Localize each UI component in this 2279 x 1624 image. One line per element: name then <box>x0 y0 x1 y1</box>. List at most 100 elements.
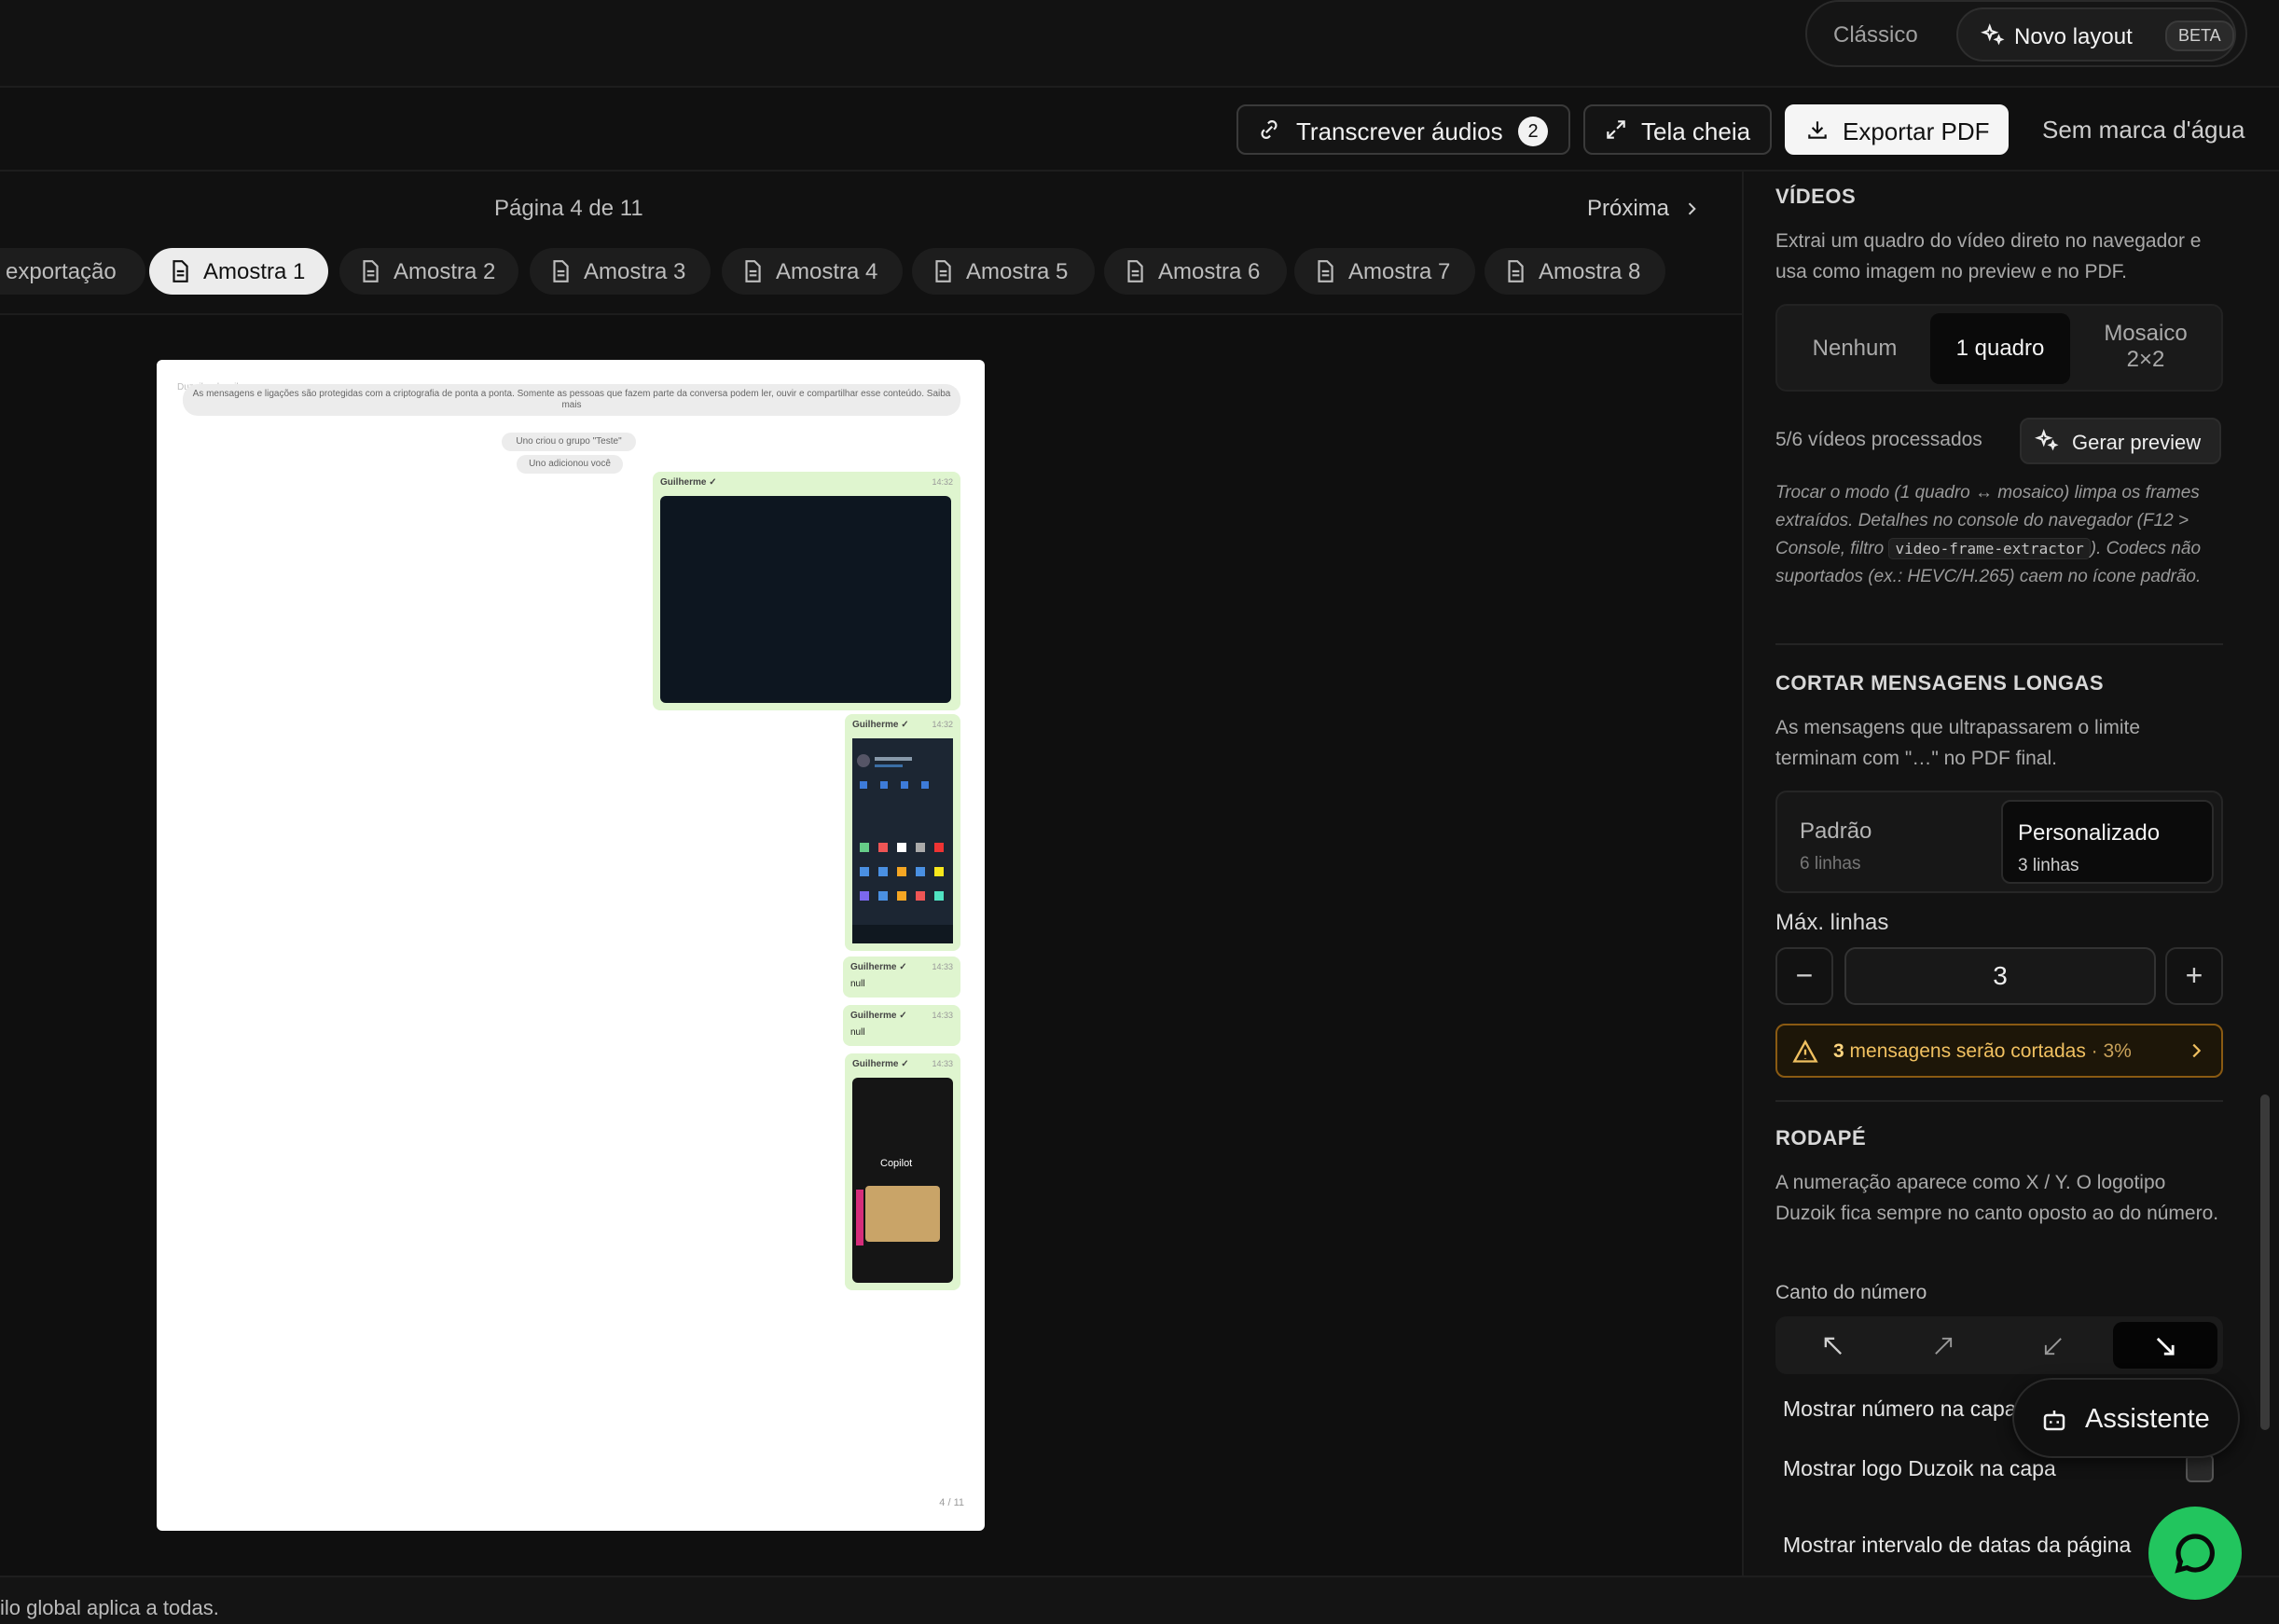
page-number: 4 / 11 <box>939 1497 964 1508</box>
classic-layout-option[interactable]: Clássico <box>1833 22 1918 48</box>
export-pdf-button[interactable]: Exportar PDF <box>1785 104 2009 155</box>
sample-tab-5[interactable]: Amostra 5 <box>912 248 1095 295</box>
sample-tab-label: Amostra 7 <box>1348 259 1451 284</box>
beta-badge: BETA <box>2165 21 2234 51</box>
document-icon <box>1508 260 1524 282</box>
action-toolbar: Transcrever áudios 2 Tela cheia Exportar… <box>0 88 2279 172</box>
sender-name: Guilherme ✓ <box>852 1059 909 1069</box>
chevron-right-icon <box>1688 202 1696 215</box>
new-layout-option[interactable]: Novo layout BETA <box>1956 7 2236 62</box>
number-corner-label: Canto do número <box>1775 1282 1927 1303</box>
generate-preview-label: Gerar preview <box>2072 431 2202 454</box>
sample-tab-6[interactable]: Amostra 6 <box>1104 248 1287 295</box>
message-time: 14:33 <box>932 1059 953 1068</box>
message-time: 14:33 <box>932 962 953 971</box>
cut-mode-custom[interactable]: Personalizado 3 linhas <box>2001 800 2214 884</box>
video-mode-none[interactable]: Nenhum <box>1785 313 1925 384</box>
sample-tab-label: exportação <box>6 259 117 284</box>
corner-top-left[interactable] <box>1781 1322 1885 1369</box>
corner-bottom-left[interactable] <box>2001 1322 2106 1369</box>
document-icon <box>363 260 379 282</box>
download-icon <box>1808 121 1827 139</box>
cut-mode-default[interactable]: Padrão 6 linhas <box>1785 800 1997 884</box>
sender-name: Guilherme ✓ <box>850 962 907 972</box>
fullscreen-button[interactable]: Tela cheia <box>1583 104 1772 155</box>
message-time: 14:32 <box>932 477 953 487</box>
sender-name: Guilherme ✓ <box>850 1011 907 1021</box>
export-pdf-label: Exportar PDF <box>1843 117 1990 145</box>
document-icon <box>173 260 188 282</box>
show-number-cover-option[interactable]: Mostrar número na capa <box>1783 1397 2017 1422</box>
sample-tab-label: Amostra 2 <box>394 259 496 284</box>
next-page-label: Próxima <box>1587 196 1670 221</box>
max-lines-input[interactable]: 3 <box>1844 947 2156 1005</box>
cut-mode-default-label: Padrão <box>1800 819 1872 844</box>
chat-bubble-icon <box>2175 1534 2215 1574</box>
cut-messages-heading: CORTAR MENSAGENS LONGAS <box>1775 671 2105 695</box>
sample-tabs: exportação Amostra 1 Amostra 2 Amostra 3… <box>0 248 1742 295</box>
video-mode-mosaic[interactable]: Mosaico 2×2 <box>2076 313 2216 384</box>
sample-tab-7[interactable]: Amostra 7 <box>1294 248 1475 295</box>
top-bar: Clássico Novo layout BETA <box>0 0 2279 88</box>
sample-tab-2[interactable]: Amostra 2 <box>339 248 518 295</box>
decrement-button[interactable]: − <box>1775 947 1833 1005</box>
panel-scrollbar[interactable] <box>2260 172 2270 1576</box>
video-mode-one-frame[interactable]: 1 quadro <box>1930 313 2070 384</box>
copilot-screenshot-thumbnail: Copilot <box>852 1078 953 1283</box>
expand-icon <box>1607 120 1625 139</box>
bottom-status-text: ilo global aplica a todas. <box>0 1596 219 1619</box>
sample-tab-label: Amostra 1 <box>203 259 306 284</box>
cut-mode-custom-sub: 3 linhas <box>2018 856 2079 875</box>
chat-button[interactable] <box>2148 1507 2242 1600</box>
video-mode-one-frame-label: 1 quadro <box>1955 336 2045 361</box>
link-icon <box>1261 120 1278 139</box>
show-logo-cover-option[interactable]: Mostrar logo Duzoik na capa <box>1783 1456 2056 1481</box>
sample-tab-exportacao[interactable]: exportação <box>0 248 145 295</box>
new-layout-label: Novo layout <box>2014 24 2133 49</box>
cut-warning-label: mensagens serão cortadas <box>1844 1040 2086 1062</box>
robot-icon <box>2043 1411 2065 1431</box>
no-watermark-link[interactable]: Sem marca d'água <box>2042 116 2244 145</box>
sparkles-icon <box>1981 23 2005 46</box>
sample-tab-4[interactable]: Amostra 4 <box>722 248 903 295</box>
cut-mode-custom-label: Personalizado <box>2018 820 2161 846</box>
text-message: Guilherme ✓ 14:33 null <box>843 1005 960 1046</box>
corner-top-right[interactable] <box>1891 1322 1996 1369</box>
assistant-label: Assistente <box>2085 1404 2210 1434</box>
assistant-button[interactable]: Assistente <box>2012 1378 2240 1458</box>
illustration-thumbnail <box>865 1186 940 1242</box>
sample-tab-1[interactable]: Amostra 1 <box>149 248 328 295</box>
app-grid-illustration <box>852 738 953 943</box>
sender-name: Guilherme ✓ <box>660 477 717 488</box>
message-time: 14:33 <box>932 1011 953 1020</box>
pager: Página 4 de 11 Próxima exportação Amostr… <box>0 172 1742 315</box>
cut-warning-banner[interactable]: 3 mensagens serão cortadas · 3% <box>1775 1024 2223 1078</box>
show-logo-cover-checkbox[interactable] <box>2186 1454 2214 1482</box>
corner-bottom-right[interactable] <box>2113 1322 2217 1369</box>
sample-tab-8[interactable]: Amostra 8 <box>1485 248 1665 295</box>
phone-screenshot-thumbnail <box>852 738 953 943</box>
increment-button[interactable]: + <box>2165 947 2223 1005</box>
sparkles-icon <box>2035 429 2059 451</box>
bottom-status-bar <box>0 1576 2279 1624</box>
document-icon <box>553 260 569 282</box>
transcribe-audios-button[interactable]: Transcrever áudios 2 <box>1236 104 1570 155</box>
videos-description: Extrai um quadro do vídeo direto no nave… <box>1775 230 2202 282</box>
preview-area: Página 4 de 11 Próxima exportação Amostr… <box>0 172 1742 1576</box>
document-icon <box>1127 260 1143 282</box>
cut-warning-text: 3 mensagens serão cortadas · 3% <box>1833 1040 2132 1063</box>
sample-tab-3[interactable]: Amostra 3 <box>530 248 711 295</box>
show-date-range-option[interactable]: Mostrar intervalo de datas da página <box>1783 1533 2131 1558</box>
video-message: Guilherme ✓ 14:32 <box>653 472 960 710</box>
videos-heading: VÍDEOS <box>1775 185 1857 208</box>
text-message: Guilherme ✓ 14:33 null <box>843 957 960 998</box>
generate-preview-button[interactable]: Gerar preview <box>2020 418 2221 464</box>
next-page-button[interactable]: Próxima <box>1587 196 1696 222</box>
number-corner-selector <box>1775 1316 2223 1374</box>
sample-tab-label: Amostra 5 <box>966 259 1069 284</box>
max-lines-label: Máx. linhas <box>1775 910 1889 935</box>
arrow-down-left-icon <box>2044 1338 2062 1356</box>
message-body: null <box>850 1027 865 1038</box>
section-divider <box>1775 643 2223 645</box>
scrollbar-thumb[interactable] <box>2260 1094 2270 1430</box>
